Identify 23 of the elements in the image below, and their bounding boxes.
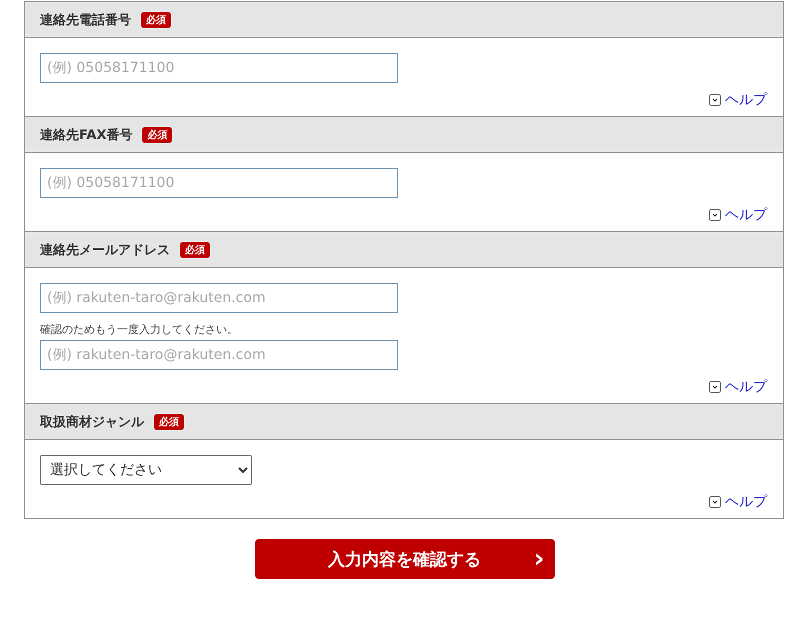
help-link[interactable]: ヘルプ [709, 90, 767, 110]
confirm-button[interactable]: 入力内容を確認する › [254, 539, 554, 579]
input-field[interactable]: (例) rakuten-taro@rakuten.com [40, 340, 398, 370]
required-badge: 必須 [141, 12, 171, 28]
input-field[interactable]: (例) 05058171100 [40, 168, 398, 198]
input-field[interactable]: (例) 05058171100 [40, 53, 398, 83]
required-badge: 必須 [154, 414, 184, 430]
help-link[interactable]: ヘルプ [709, 377, 767, 397]
genre-select[interactable]: 選択してください [40, 455, 252, 485]
input-field[interactable]: (例) rakuten-taro@rakuten.com [40, 283, 398, 313]
chevron-down-icon [709, 496, 721, 508]
help-link[interactable]: ヘルプ [709, 205, 767, 225]
chevron-down-icon [709, 209, 721, 221]
chevron-down-icon [709, 381, 721, 393]
field-label: 連絡先メールアドレス [40, 242, 170, 258]
help-link[interactable]: ヘルプ [709, 492, 767, 512]
required-badge: 必須 [180, 242, 210, 258]
field-label: 取扱商材ジャンル [40, 414, 144, 430]
required-badge: 必須 [142, 126, 172, 142]
hint-text: 確認のためもう一度入力してください。 [40, 322, 238, 337]
chevron-down-icon [709, 94, 721, 106]
field-label: 連絡先電話番号 [40, 12, 131, 28]
field-label: 連絡先FAX番号 [40, 126, 132, 144]
